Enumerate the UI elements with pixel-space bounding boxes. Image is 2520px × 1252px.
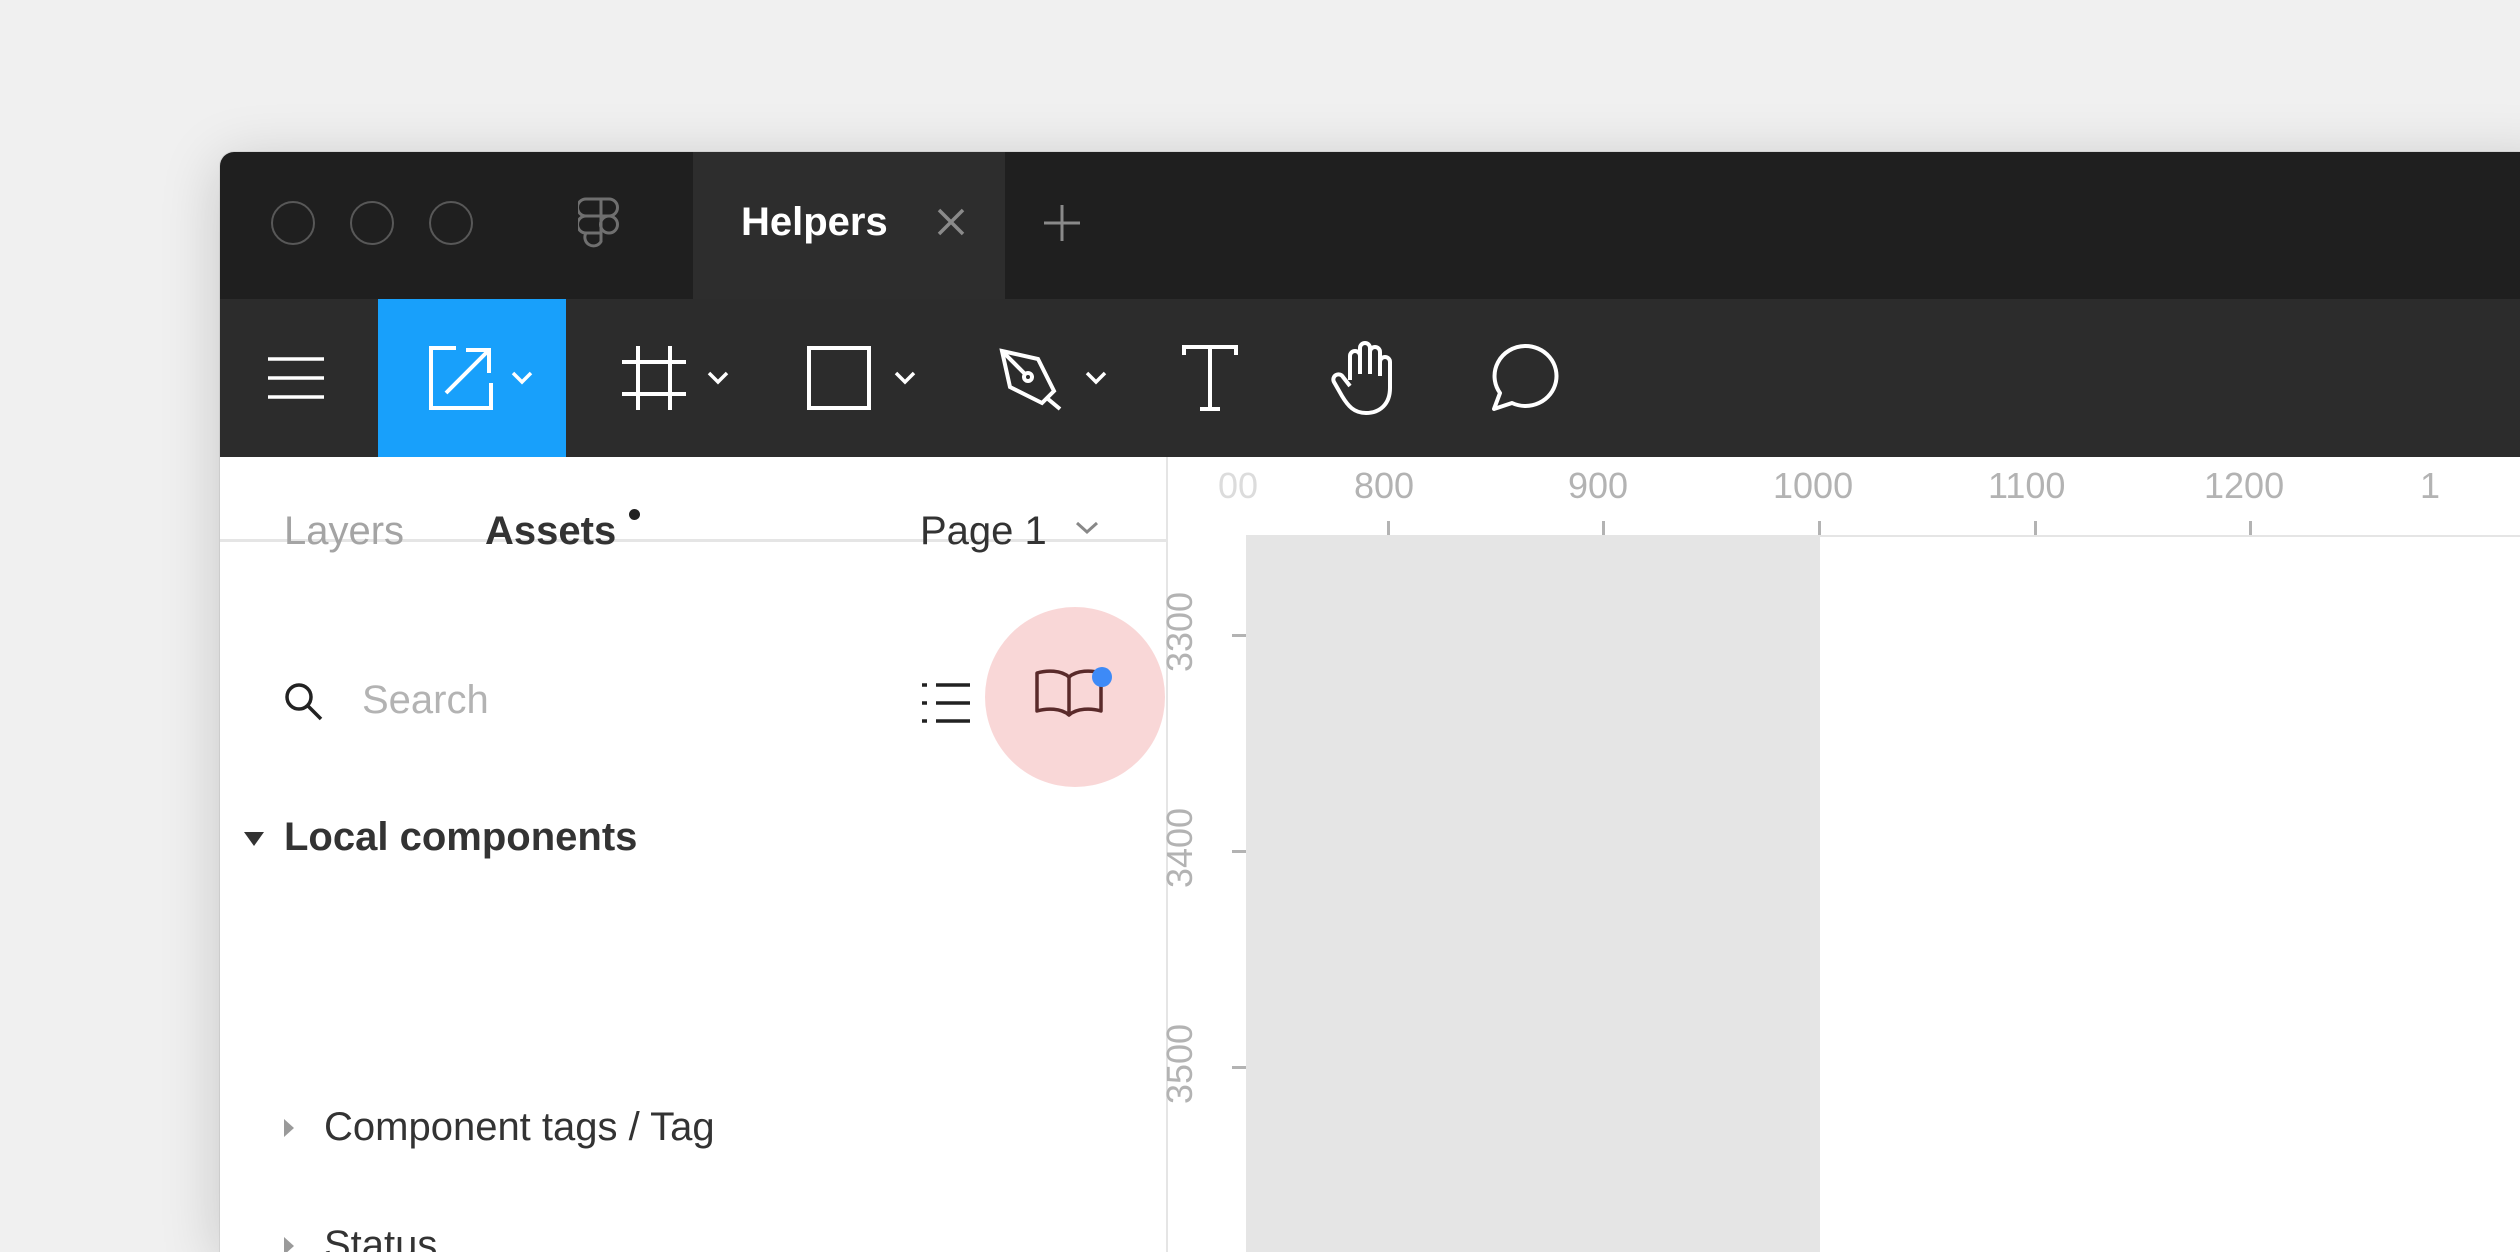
chevron-down-icon — [1085, 371, 1107, 385]
figma-window: Helpers Layers Assets Page 1 Search Loca… — [220, 152, 2520, 1252]
tab-title: Helpers — [741, 200, 888, 244]
chevron-down-icon[interactable] — [1074, 520, 1100, 541]
toolbar — [220, 299, 2520, 457]
caret-down-icon[interactable] — [242, 830, 266, 853]
ruler-label: 3400 — [1159, 807, 1201, 889]
ruler-tick — [1232, 1066, 1246, 1069]
ruler-label: 800 — [1354, 465, 1415, 506]
ruler-tick — [1232, 850, 1246, 853]
ruler-label: 1 — [2420, 465, 2441, 506]
pen-icon — [999, 348, 1062, 411]
caret-right-icon[interactable] — [282, 1117, 296, 1144]
ruler-label: 900 — [1568, 465, 1629, 506]
panel-tabs: Layers Assets Page 1 — [220, 457, 1166, 553]
ruler-tick — [2249, 521, 2252, 535]
search-input[interactable] — [360, 669, 844, 731]
pen-tool-button[interactable] — [998, 299, 1108, 457]
ruler-tick — [1818, 521, 1821, 535]
frame-tool-button[interactable] — [622, 299, 730, 457]
library-notification-dot — [1092, 667, 1112, 687]
hand-tool-button[interactable] — [1330, 299, 1402, 457]
caret-right-icon[interactable] — [282, 1235, 296, 1252]
ruler-left: 3300 3400 3500 — [1159, 535, 1248, 1252]
chevron-down-icon — [707, 371, 729, 385]
ruler-label: 3500 — [1159, 1023, 1201, 1105]
shape-tool-button[interactable] — [807, 299, 917, 457]
chevron-down-icon — [894, 371, 916, 385]
hand-icon — [1331, 341, 1392, 415]
item-label: Component tags / Tag — [324, 1105, 715, 1149]
main-menu-button[interactable] — [268, 299, 324, 457]
assets-notification-dot — [629, 509, 640, 520]
canvas-frame — [1248, 537, 1820, 1252]
close-window-button[interactable] — [271, 201, 315, 245]
text-tool-button[interactable] — [1182, 299, 1238, 457]
ruler-top: 00 800 900 1000 1100 1200 1 — [1168, 457, 2520, 537]
move-tool-button[interactable] — [378, 299, 566, 457]
ruler-tick — [1232, 634, 1246, 637]
chevron-down-icon — [511, 371, 533, 385]
close-icon[interactable] — [933, 204, 969, 245]
menu-icon — [268, 357, 324, 399]
ruler-label: 00 — [1218, 465, 1259, 506]
rectangle-icon — [807, 346, 871, 410]
text-icon — [1182, 345, 1238, 411]
plus-icon[interactable] — [1042, 203, 1082, 248]
ruler-label: 1200 — [2204, 465, 2285, 506]
minimize-window-button[interactable] — [350, 201, 394, 245]
ruler-tick — [2034, 521, 2037, 535]
maximize-window-button[interactable] — [429, 201, 473, 245]
search-icon — [282, 680, 324, 727]
canvas[interactable]: 00 800 900 1000 1100 1200 1 3300 3400 35… — [1159, 457, 2520, 1252]
title-bar: Helpers — [220, 152, 2520, 299]
figma-logo-icon[interactable] — [576, 196, 624, 263]
section-title[interactable]: Local components — [284, 815, 637, 860]
ruler-label: 1000 — [1773, 465, 1854, 506]
tab-helpers[interactable]: Helpers — [693, 152, 1005, 299]
item-label: Status — [324, 1223, 438, 1252]
list-view-icon[interactable] — [920, 681, 972, 730]
tab-assets[interactable]: Assets — [485, 509, 616, 554]
ruler-tick — [1387, 521, 1390, 535]
ruler-label: 3300 — [1159, 591, 1201, 673]
comment-icon — [1492, 343, 1559, 411]
frame-icon — [622, 346, 686, 410]
ruler-label: 1100 — [1988, 465, 2066, 506]
ruler-tick — [1602, 521, 1605, 535]
move-icon — [429, 346, 493, 410]
assets-panel: Layers Assets Page 1 Search Local compon… — [220, 457, 1168, 1252]
comment-tool-button[interactable] — [1490, 299, 1560, 457]
tab-layers[interactable]: Layers — [284, 509, 404, 554]
page-selector[interactable]: Page 1 — [920, 509, 1047, 554]
